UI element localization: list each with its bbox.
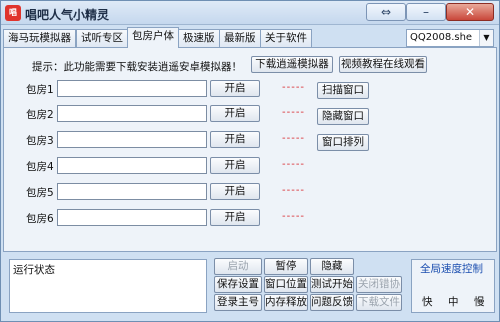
minimize-button[interactable]: – <box>406 3 446 21</box>
room-open-button[interactable]: 开启 <box>210 105 260 122</box>
room-label: 包房3 <box>26 135 54 147</box>
restore-button[interactable]: ⇔ <box>366 3 406 21</box>
room-open-button[interactable]: 开启 <box>210 209 260 226</box>
status-title: 运行状态 <box>13 264 55 276</box>
video-tutorial-button[interactable]: 视频教程在线观看 <box>339 56 427 73</box>
room-status: ----- <box>282 107 306 118</box>
room-status: ----- <box>282 211 306 222</box>
room-open-button[interactable]: 开启 <box>210 183 260 200</box>
tab-audition[interactable]: 试听专区 <box>76 29 128 47</box>
profile-select-value: QQ2008.she <box>410 32 473 43</box>
hide-window-button[interactable]: 隐藏窗口 <box>317 108 369 125</box>
save-settings-button[interactable]: 保存设置 <box>214 276 262 293</box>
tab-rooms[interactable]: 包房户体 <box>127 27 179 48</box>
tab-fast[interactable]: 极速版 <box>178 29 220 47</box>
download-file-button[interactable]: 下载文件 <box>356 294 402 311</box>
test-start-button[interactable]: 测试开始 <box>310 276 354 293</box>
status-log[interactable]: 运行状态 <box>9 259 207 313</box>
close-button[interactable]: ✕ <box>446 3 494 21</box>
room-label: 包房2 <box>26 109 54 121</box>
tab-latest[interactable]: 最新版 <box>219 29 261 47</box>
window-position-button[interactable]: 窗口位置 <box>264 276 308 293</box>
feedback-button[interactable]: 问题反馈 <box>310 294 354 311</box>
room-label: 包房1 <box>26 84 54 96</box>
room-open-button[interactable]: 开启 <box>210 157 260 174</box>
room-input[interactable] <box>57 209 207 226</box>
room-input[interactable] <box>57 80 207 97</box>
speed-title: 全局速度控制 <box>420 263 483 275</box>
room-status: ----- <box>282 133 306 144</box>
room-input[interactable] <box>57 183 207 200</box>
pause-button[interactable]: 暂停 <box>264 258 308 275</box>
room-status: ----- <box>282 82 306 93</box>
chevron-down-icon[interactable]: ▼ <box>479 30 493 46</box>
room-input[interactable] <box>57 157 207 174</box>
speed-medium-option[interactable]: 中 <box>448 294 459 309</box>
hint-text: 提示：此功能需要下载安装逍遥安卓模拟器！ <box>32 61 242 73</box>
start-button[interactable]: 启动 <box>214 258 262 275</box>
login-main-button[interactable]: 登录主号 <box>214 294 262 311</box>
scan-window-button[interactable]: 扫描窗口 <box>317 82 369 99</box>
room-status: ----- <box>282 159 306 170</box>
title-bar[interactable]: 唱 唱吧人气小精灵 ⇔ – ✕ <box>1 1 499 25</box>
room-label: 包房5 <box>26 187 54 199</box>
room-open-button[interactable]: 开启 <box>210 80 260 97</box>
speed-slow-option[interactable]: 慢 <box>474 294 485 309</box>
speed-fast-option[interactable]: 快 <box>422 294 433 309</box>
tab-haimawan[interactable]: 海马玩模拟器 <box>3 29 76 47</box>
room-input[interactable] <box>57 131 207 148</box>
arrange-window-button[interactable]: 窗口排列 <box>317 134 369 151</box>
room-open-button[interactable]: 开启 <box>210 131 260 148</box>
tab-about[interactable]: 关于软件 <box>260 29 312 47</box>
window-title: 唱吧人气小精灵 <box>25 8 110 22</box>
rooms-panel: 提示：此功能需要下载安装逍遥安卓模拟器！ 下载逍遥模拟器 视频教程在线观看 包房… <box>3 47 497 252</box>
room-label: 包房4 <box>26 161 54 173</box>
room-input[interactable] <box>57 105 207 122</box>
profile-select[interactable]: QQ2008.she ▼ <box>406 29 494 47</box>
speed-control-panel: 全局速度控制 快 中 慢 <box>411 259 495 313</box>
room-label: 包房6 <box>26 213 54 225</box>
download-emulator-button[interactable]: 下载逍遥模拟器 <box>251 56 333 73</box>
room-status: ----- <box>282 185 306 196</box>
memory-release-button[interactable]: 内存释放 <box>264 294 308 311</box>
app-window: 唱 唱吧人气小精灵 ⇔ – ✕ 海马玩模拟器 试听专区 包房户体 极速版 最新版… <box>0 0 500 322</box>
close-sub-button[interactable]: 关闭错协 <box>356 276 402 293</box>
hide-button[interactable]: 隐藏 <box>310 258 354 275</box>
app-logo-icon: 唱 <box>5 5 21 21</box>
